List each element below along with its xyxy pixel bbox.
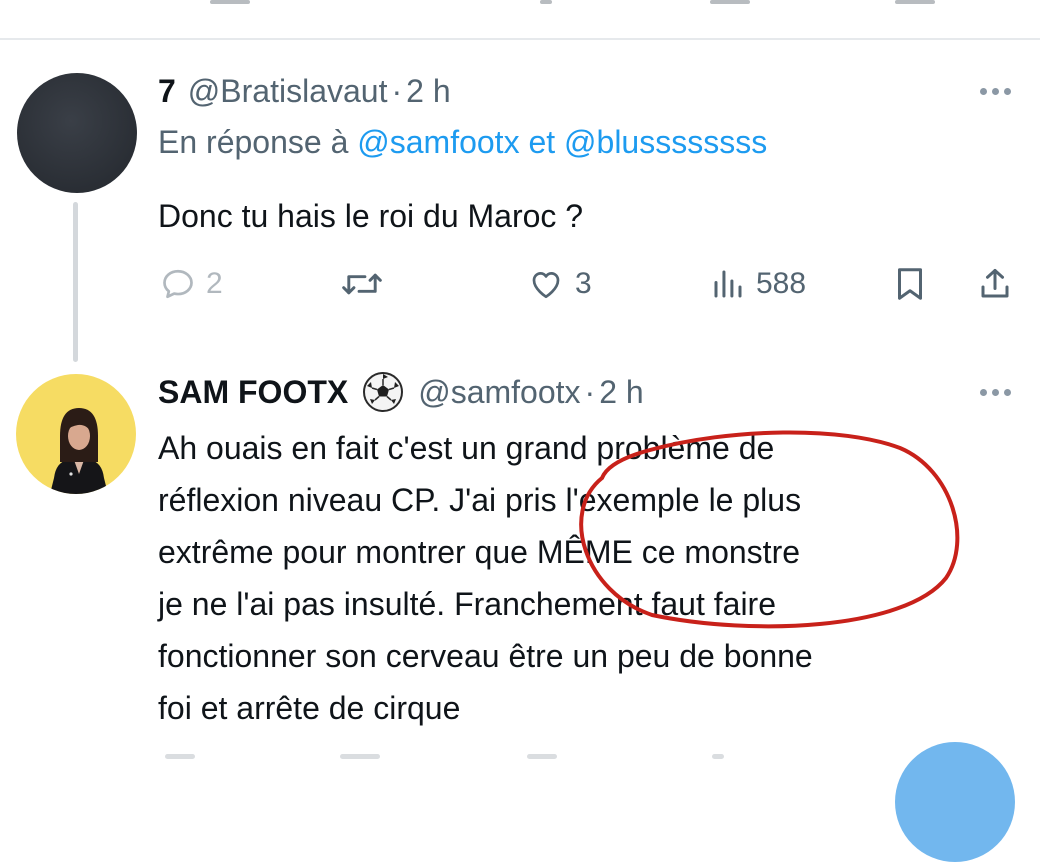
tweet-header: 7 @Bratislavaut · 2 h bbox=[158, 69, 451, 113]
more-options-icon[interactable] bbox=[980, 88, 1011, 95]
views-button[interactable]: 588 bbox=[710, 264, 806, 304]
top-peek bbox=[210, 0, 250, 4]
avatar-samfootx[interactable] bbox=[16, 374, 136, 494]
bottom-peek bbox=[340, 754, 380, 759]
display-name[interactable]: SAM FOOTX bbox=[158, 374, 348, 411]
profile-photo bbox=[50, 408, 108, 494]
share-icon bbox=[981, 269, 1009, 298]
tweet-header: SAM FOOTX @samfootx · 2 h bbox=[158, 370, 644, 414]
mention-link[interactable]: @blussssssss bbox=[564, 124, 767, 160]
like-button[interactable]: 3 bbox=[527, 264, 592, 304]
tweet-line: fonctionner son cerveau être un peu de b… bbox=[158, 638, 813, 674]
reply-icon bbox=[163, 269, 193, 299]
tweet-line: extrême pour montrer que MÊME ce monstre bbox=[158, 534, 801, 570]
bottom-peek bbox=[527, 754, 557, 759]
compose-button[interactable] bbox=[895, 742, 1015, 862]
bookmark-icon bbox=[898, 268, 922, 300]
bottom-peek bbox=[712, 754, 724, 759]
timestamp[interactable]: 2 h bbox=[406, 73, 450, 110]
handle[interactable]: @samfootx bbox=[418, 374, 580, 411]
separator: · bbox=[584, 373, 596, 410]
tweet-text: Donc tu hais le roi du Maroc ? bbox=[158, 198, 584, 234]
soccer-ball-icon bbox=[363, 372, 404, 412]
thread-line bbox=[73, 202, 78, 362]
handle[interactable]: @Bratislavaut bbox=[188, 73, 388, 110]
bookmark-button[interactable] bbox=[893, 264, 927, 304]
mention-conjunction[interactable]: et bbox=[528, 124, 555, 160]
tweet-line: je ne l'ai pas insulté. Franchement faut… bbox=[158, 586, 776, 622]
display-name[interactable]: 7 bbox=[158, 73, 176, 110]
more-options-icon[interactable] bbox=[980, 389, 1011, 396]
top-peek bbox=[710, 0, 750, 4]
top-divider bbox=[0, 38, 1040, 40]
tweet-line: Ah ouais en fait c'est un grand problème… bbox=[158, 430, 775, 466]
views-chart-icon bbox=[714, 270, 742, 298]
reply-count: 2 bbox=[206, 267, 223, 300]
tweet-line: réflexion niveau CP. J'ai pris l'exemple… bbox=[158, 482, 802, 518]
top-peek bbox=[540, 0, 552, 4]
bottom-peek bbox=[165, 754, 195, 759]
timestamp[interactable]: 2 h bbox=[599, 374, 643, 411]
reply-context: En réponse à @samfootx et @blussssssss bbox=[158, 124, 767, 161]
retweet-icon bbox=[342, 273, 382, 295]
views-count: 588 bbox=[756, 267, 807, 300]
retweet-button[interactable] bbox=[340, 264, 394, 304]
tweet-line: foi et arrête de cirque bbox=[158, 690, 461, 726]
mention-link[interactable]: @samfootx bbox=[357, 124, 519, 160]
tweet-text: Ah ouais en fait c'est un grand problème… bbox=[158, 422, 1018, 734]
share-button[interactable] bbox=[975, 264, 1015, 304]
avatar-bratislavaut[interactable] bbox=[17, 73, 137, 193]
heart-icon bbox=[532, 272, 560, 299]
reply-button[interactable]: 2 bbox=[160, 264, 223, 304]
top-peek bbox=[895, 0, 935, 4]
reply-prefix: En réponse à bbox=[158, 124, 349, 160]
like-count: 3 bbox=[575, 267, 592, 300]
separator: · bbox=[391, 72, 403, 109]
